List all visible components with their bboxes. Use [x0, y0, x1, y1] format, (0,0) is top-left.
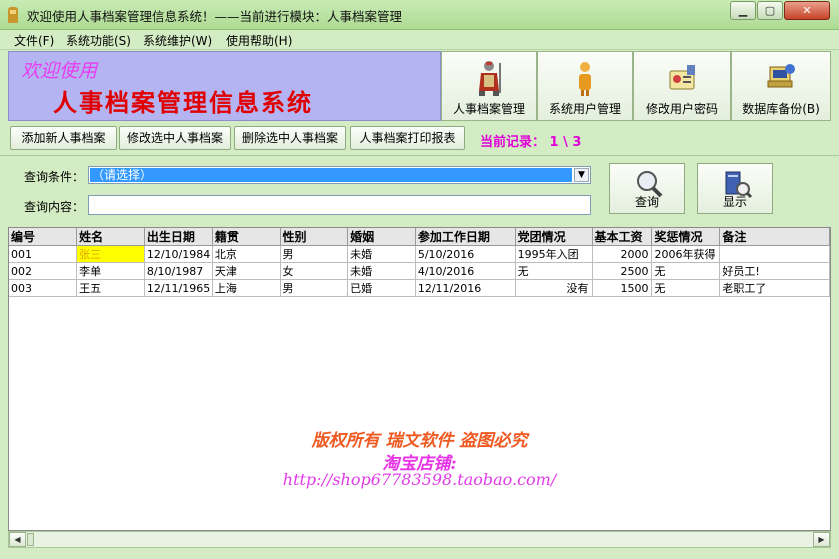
- column-header-rewards[interactable]: 奖惩情况: [651, 228, 721, 246]
- person-knight-icon: [479, 61, 501, 96]
- query-condition-value: （请选择）: [90, 168, 572, 182]
- menu-system-maintenance[interactable]: 系统维护(W): [143, 32, 212, 49]
- cell[interactable]: 女: [280, 262, 349, 280]
- column-header-party[interactable]: 党团情况: [515, 228, 593, 246]
- close-button[interactable]: ✕: [784, 1, 830, 20]
- menu-file[interactable]: 文件(F): [14, 32, 54, 49]
- table-row[interactable]: 002 李单 8/10/1987 天津 女 未婚 4/10/2016 无 250…: [9, 262, 830, 280]
- horizontal-scrollbar[interactable]: ◀ ▶: [8, 531, 831, 548]
- column-header-id[interactable]: 编号: [9, 228, 78, 246]
- cell[interactable]: 2500: [592, 262, 653, 280]
- print-report-button[interactable]: 人事档案打印报表: [350, 126, 465, 150]
- module-label: 数据库备份(B): [742, 102, 820, 116]
- module-label: 系统用户管理: [548, 102, 621, 116]
- cell[interactable]: 没有: [515, 279, 593, 297]
- cell[interactable]: 王五: [76, 279, 145, 297]
- delete-record-button[interactable]: 删除选中人事档案: [234, 126, 346, 150]
- query-condition-select[interactable]: （请选择） ▼: [88, 166, 591, 184]
- welcome-banner: 欢迎使用 人事档案管理信息系统: [8, 51, 441, 121]
- column-header-birthdate[interactable]: 出生日期: [144, 228, 213, 246]
- show-button-label: 显示: [722, 195, 747, 209]
- cell[interactable]: 5/10/2016: [415, 245, 516, 263]
- search-button-label: 查询: [634, 195, 659, 209]
- cell[interactable]: 已婚: [347, 279, 416, 297]
- password-card-icon: [669, 65, 695, 90]
- user-figure-icon: [579, 62, 591, 96]
- cell[interactable]: 未婚: [347, 262, 416, 280]
- show-button[interactable]: 显示: [697, 163, 773, 214]
- records-table: 编号 姓名 出生日期 籍贯 性别 婚姻 参加工作日期 党团情况 基本工资 奖惩情…: [9, 228, 830, 297]
- window-title: 欢迎使用人事档案管理信息系统！——当前进行模块：人事档案管理: [27, 9, 403, 24]
- cell[interactable]: 好员工!: [719, 262, 830, 280]
- column-header-salary[interactable]: 基本工资: [592, 228, 653, 246]
- current-record-status: 当前记录： 1 \ 3: [480, 135, 582, 150]
- menu-system-functions[interactable]: 系统功能(S): [66, 32, 131, 49]
- cell[interactable]: 未婚: [347, 245, 416, 263]
- cell[interactable]: 上海: [212, 279, 281, 297]
- cell[interactable]: 李单: [76, 262, 145, 280]
- cell[interactable]: 12/10/1984: [144, 245, 213, 263]
- scrollbar-thumb[interactable]: [27, 533, 34, 546]
- query-content-label: 查询内容：: [24, 200, 85, 214]
- edit-record-button[interactable]: 修改选中人事档案: [119, 126, 231, 150]
- cell[interactable]: 男: [280, 279, 349, 297]
- cell[interactable]: 1500: [592, 279, 653, 297]
- add-record-button[interactable]: 添加新人事档案: [10, 126, 117, 150]
- cell[interactable]: 男: [280, 245, 349, 263]
- module-label: 人事档案管理: [452, 102, 525, 116]
- column-header-gender[interactable]: 性别: [280, 228, 349, 246]
- banner-welcome-text: 欢迎使用: [21, 60, 98, 82]
- cell[interactable]: 无: [515, 262, 593, 280]
- minimize-button[interactable]: ▁: [730, 1, 756, 20]
- cell[interactable]: 无: [651, 279, 721, 297]
- app-icon: [8, 7, 18, 23]
- column-header-notes[interactable]: 备注: [719, 228, 830, 246]
- cell[interactable]: 002: [9, 262, 78, 280]
- scroll-right-icon[interactable]: ▶: [813, 532, 830, 547]
- cell[interactable]: 北京: [212, 245, 281, 263]
- watermark-copyright: 版权所有 瑞文软件 盗图必究: [311, 431, 528, 451]
- column-header-marital[interactable]: 婚姻: [347, 228, 416, 246]
- cell[interactable]: 001: [9, 245, 78, 263]
- banner-system-name: 人事档案管理信息系统: [53, 88, 313, 117]
- cell[interactable]: 8/10/1987: [144, 262, 213, 280]
- module-user-management-button[interactable]: 系统用户管理: [537, 51, 633, 121]
- module-database-backup-button[interactable]: 数据库备份(B): [731, 51, 831, 121]
- column-header-work-start[interactable]: 参加工作日期: [415, 228, 516, 246]
- query-content-input[interactable]: [88, 195, 591, 215]
- column-header-hometown[interactable]: 籍贯: [212, 228, 281, 246]
- cell[interactable]: 无: [651, 262, 721, 280]
- cell[interactable]: [719, 245, 830, 263]
- cell[interactable]: 2000: [592, 245, 653, 263]
- cell[interactable]: 12/11/2016: [415, 279, 516, 297]
- module-personnel-records-button[interactable]: 人事档案管理: [441, 51, 537, 121]
- cell[interactable]: 003: [9, 279, 78, 297]
- table-row[interactable]: 001 张三 12/10/1984 北京 男 未婚 5/10/2016 1995…: [9, 245, 830, 263]
- table-row[interactable]: 003 王五 12/11/1965 上海 男 已婚 12/11/2016 没有 …: [9, 279, 830, 297]
- cell-selected[interactable]: 张三: [76, 245, 145, 263]
- maximize-button[interactable]: ▢: [757, 1, 783, 20]
- cell[interactable]: 1995年入团: [515, 245, 593, 263]
- divider: [0, 155, 839, 156]
- module-change-password-button[interactable]: 修改用户密码: [633, 51, 731, 121]
- cell[interactable]: 4/10/2016: [415, 262, 516, 280]
- cell[interactable]: 2006年获得: [651, 245, 721, 263]
- chevron-down-icon[interactable]: ▼: [574, 168, 589, 182]
- query-condition-label: 查询条件：: [24, 170, 85, 184]
- scroll-left-icon[interactable]: ◀: [9, 532, 26, 547]
- search-button[interactable]: 查询: [609, 163, 685, 214]
- cell[interactable]: 天津: [212, 262, 281, 280]
- watermark-shop-url: http://shop67783598.taobao.com/: [282, 470, 557, 489]
- title-bar: 欢迎使用人事档案管理信息系统！——当前进行模块：人事档案管理 ▁ ▢ ✕: [0, 0, 839, 30]
- column-header-name[interactable]: 姓名: [76, 228, 145, 246]
- cell[interactable]: 老职工了: [719, 279, 830, 297]
- menu-bar: 文件(F) 系统功能(S) 系统维护(W) 使用帮助(H): [0, 30, 839, 50]
- table-header-row: 编号 姓名 出生日期 籍贯 性别 婚姻 参加工作日期 党团情况 基本工资 奖惩情…: [9, 228, 830, 246]
- menu-help[interactable]: 使用帮助(H): [226, 32, 292, 49]
- database-backup-icon: [767, 64, 795, 88]
- module-label: 修改用户密码: [645, 102, 718, 116]
- cell[interactable]: 12/11/1965: [144, 279, 213, 297]
